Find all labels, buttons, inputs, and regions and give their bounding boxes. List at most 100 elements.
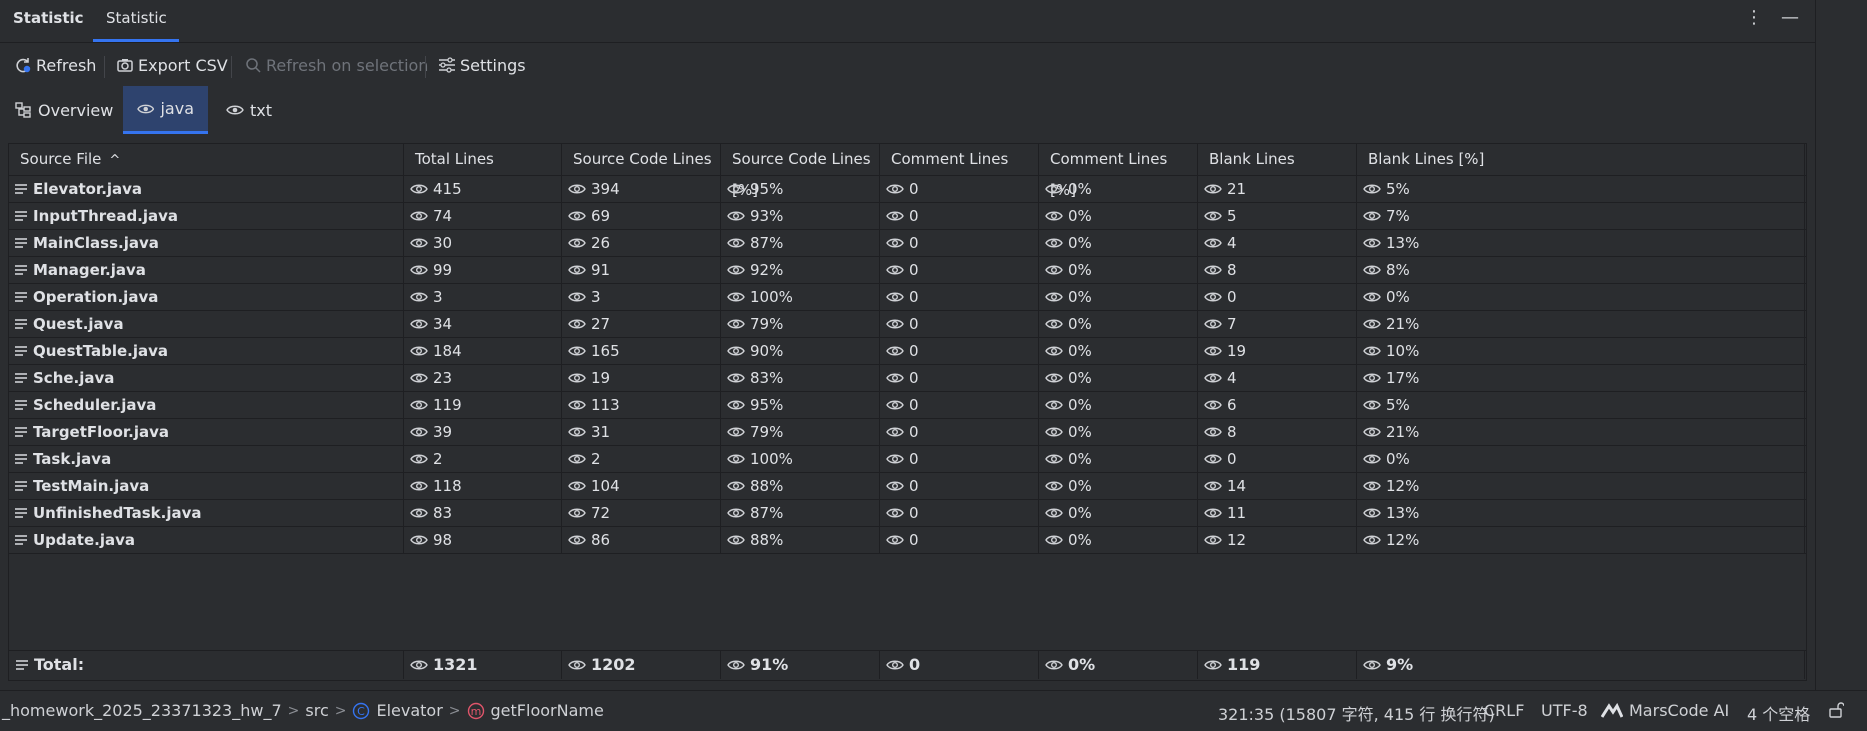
breadcrumb-class[interactable]: Elevator xyxy=(376,701,442,720)
table-row[interactable]: InputThread.java 74 69 93% 0 0% 5 7% xyxy=(9,203,1806,230)
lock-icon[interactable] xyxy=(1828,701,1844,719)
cell-value: 119 xyxy=(433,396,462,414)
cell-value: 6 xyxy=(1227,396,1237,414)
cell-value: Update.java xyxy=(33,531,135,549)
eye-icon xyxy=(727,373,745,383)
cell-value: 0 xyxy=(909,504,919,522)
eye-icon xyxy=(1363,400,1381,410)
cell-comment-lines-pct: 0% xyxy=(1039,338,1198,364)
column-header-blank-lines-pct[interactable]: Blank Lines [%] xyxy=(1357,144,1805,175)
breadcrumb-method[interactable]: getFloorName xyxy=(491,701,604,720)
cell-source-code-lines-pct: 87% xyxy=(721,500,880,526)
table-row[interactable]: QuestTable.java 184 165 90% 0 0% 19 10% xyxy=(9,338,1806,365)
table-row[interactable]: Operation.java 3 3 100% 0 0% 0 0% xyxy=(9,284,1806,311)
table-row[interactable]: TestMain.java 118 104 88% 0 0% 14 12% xyxy=(9,473,1806,500)
eye-icon xyxy=(410,427,428,437)
table-row[interactable]: Manager.java 99 91 92% 0 0% 8 8% xyxy=(9,257,1806,284)
cell-value: 0 xyxy=(909,450,919,468)
file-lines-icon xyxy=(15,535,27,545)
breadcrumb-src[interactable]: src xyxy=(305,701,328,720)
column-header-source-code-lines-pct[interactable]: Source Code Lines [%] xyxy=(721,144,880,199)
settings-label: Settings xyxy=(460,55,526,75)
cell-value: 5 xyxy=(1227,207,1237,225)
total-cell-total-lines: 1321 xyxy=(404,651,562,679)
cell-value: 0% xyxy=(1068,369,1092,387)
column-header-blank-lines[interactable]: Blank Lines xyxy=(1198,144,1357,175)
export-csv-button[interactable]: Export CSV xyxy=(116,54,228,76)
refresh-button[interactable]: Refresh xyxy=(14,54,96,76)
total-row: Total: 1321 1202 91% 0 0% 119 9% xyxy=(9,650,1806,679)
eye-icon xyxy=(727,292,745,302)
indent-setting[interactable]: 4 个空格 xyxy=(1747,701,1810,725)
minimize-icon[interactable]: — xyxy=(1779,6,1801,30)
file-lines-icon xyxy=(15,400,27,410)
cell-source-code-lines-pct: 100% xyxy=(721,284,880,310)
cell-value: 31 xyxy=(591,423,611,441)
file-encoding[interactable]: UTF-8 xyxy=(1541,701,1588,720)
marscode-ai-widget[interactable]: MarsCode AI xyxy=(1601,701,1729,720)
cell-value: UnfinishedTask.java xyxy=(33,504,202,522)
cell-source-code-lines-pct: 100% xyxy=(721,446,880,472)
eye-icon xyxy=(1363,238,1381,248)
tab-java[interactable]: java xyxy=(123,86,208,134)
table-row[interactable]: TargetFloor.java 39 31 79% 0 0% 8 21% xyxy=(9,419,1806,446)
table-row[interactable]: Update.java 98 86 88% 0 0% 12 12% xyxy=(9,527,1806,554)
table-row[interactable]: Quest.java 34 27 79% 0 0% 7 21% xyxy=(9,311,1806,338)
cell-value: 95% xyxy=(750,396,784,414)
cell-blank-lines: 14 xyxy=(1198,473,1357,499)
settings-button[interactable]: Settings xyxy=(438,54,526,76)
right-tool-strip xyxy=(1815,0,1867,690)
cell-source-file: TargetFloor.java xyxy=(9,419,404,445)
eye-icon xyxy=(727,454,745,464)
eye-icon xyxy=(568,319,586,329)
column-header-source-code-lines[interactable]: Source Code Lines xyxy=(562,144,721,175)
total-cell-comment-lines: 0 xyxy=(880,651,1039,679)
caret-position[interactable]: 321:35 (15807 字符, 415 行 换行符) xyxy=(1218,701,1495,725)
search-icon xyxy=(246,58,261,73)
eye-icon xyxy=(886,427,904,437)
cell-value: Operation.java xyxy=(33,288,159,306)
eye-icon xyxy=(568,265,586,275)
cell-value: 100% xyxy=(750,450,793,468)
eye-icon xyxy=(727,427,745,437)
cell-value: 8 xyxy=(1227,423,1237,441)
table-row[interactable]: Scheduler.java 119 113 95% 0 0% 6 5% xyxy=(9,392,1806,419)
cell-blank-lines-pct: 21% xyxy=(1357,311,1805,337)
column-header-comment-lines[interactable]: Comment Lines xyxy=(880,144,1039,175)
eye-icon xyxy=(727,238,745,248)
column-header-source-file[interactable]: Source File ^ xyxy=(9,144,404,175)
table-row[interactable]: Task.java 2 2 100% 0 0% 0 0% xyxy=(9,446,1806,473)
file-lines-icon xyxy=(16,660,28,670)
refresh-on-selection-button[interactable]: Refresh on selection xyxy=(244,54,428,76)
cell-value: 72 xyxy=(591,504,611,522)
eye-icon xyxy=(568,211,586,221)
more-vertical-icon[interactable]: ⋮ xyxy=(1743,6,1765,30)
tab-txt[interactable]: txt xyxy=(212,86,286,134)
cell-value: 0 xyxy=(909,234,919,252)
line-separator-label: CRLF xyxy=(1484,701,1525,720)
tab-statistic[interactable]: Statistic xyxy=(106,9,167,27)
eye-icon xyxy=(1363,427,1381,437)
cell-value: 39 xyxy=(433,423,453,441)
column-header-total-lines[interactable]: Total Lines xyxy=(404,144,562,175)
tab-overview[interactable]: Overview xyxy=(0,86,127,134)
eye-icon xyxy=(727,660,745,670)
svg-text:m: m xyxy=(470,705,481,718)
eye-icon xyxy=(1045,292,1063,302)
method-icon: m xyxy=(467,702,484,719)
table-row[interactable]: MainClass.java 30 26 87% 0 0% 4 13% xyxy=(9,230,1806,257)
total-cell-source-file: Total: xyxy=(9,651,404,679)
table-row[interactable]: UnfinishedTask.java 83 72 87% 0 0% 11 13% xyxy=(9,500,1806,527)
cell-total-lines: 119 xyxy=(404,392,562,418)
table-row[interactable]: Elevator.java 415 394 95% 0 0% 21 5% xyxy=(9,176,1806,203)
cell-value: 92% xyxy=(750,261,784,279)
line-separator[interactable]: CRLF xyxy=(1484,701,1524,720)
cell-value: 0% xyxy=(1068,423,1092,441)
table-row[interactable]: Sche.java 23 19 83% 0 0% 4 17% xyxy=(9,365,1806,392)
cell-value: 5% xyxy=(1386,180,1410,198)
cell-source-file: Sche.java xyxy=(9,365,404,391)
cell-comment-lines: 0 xyxy=(880,365,1039,391)
breadcrumb-project[interactable]: _homework_2025_23371323_hw_7 xyxy=(2,701,282,720)
column-header-comment-lines-pct[interactable]: Comment Lines [%] xyxy=(1039,144,1198,199)
cell-value: 8 xyxy=(1227,261,1237,279)
